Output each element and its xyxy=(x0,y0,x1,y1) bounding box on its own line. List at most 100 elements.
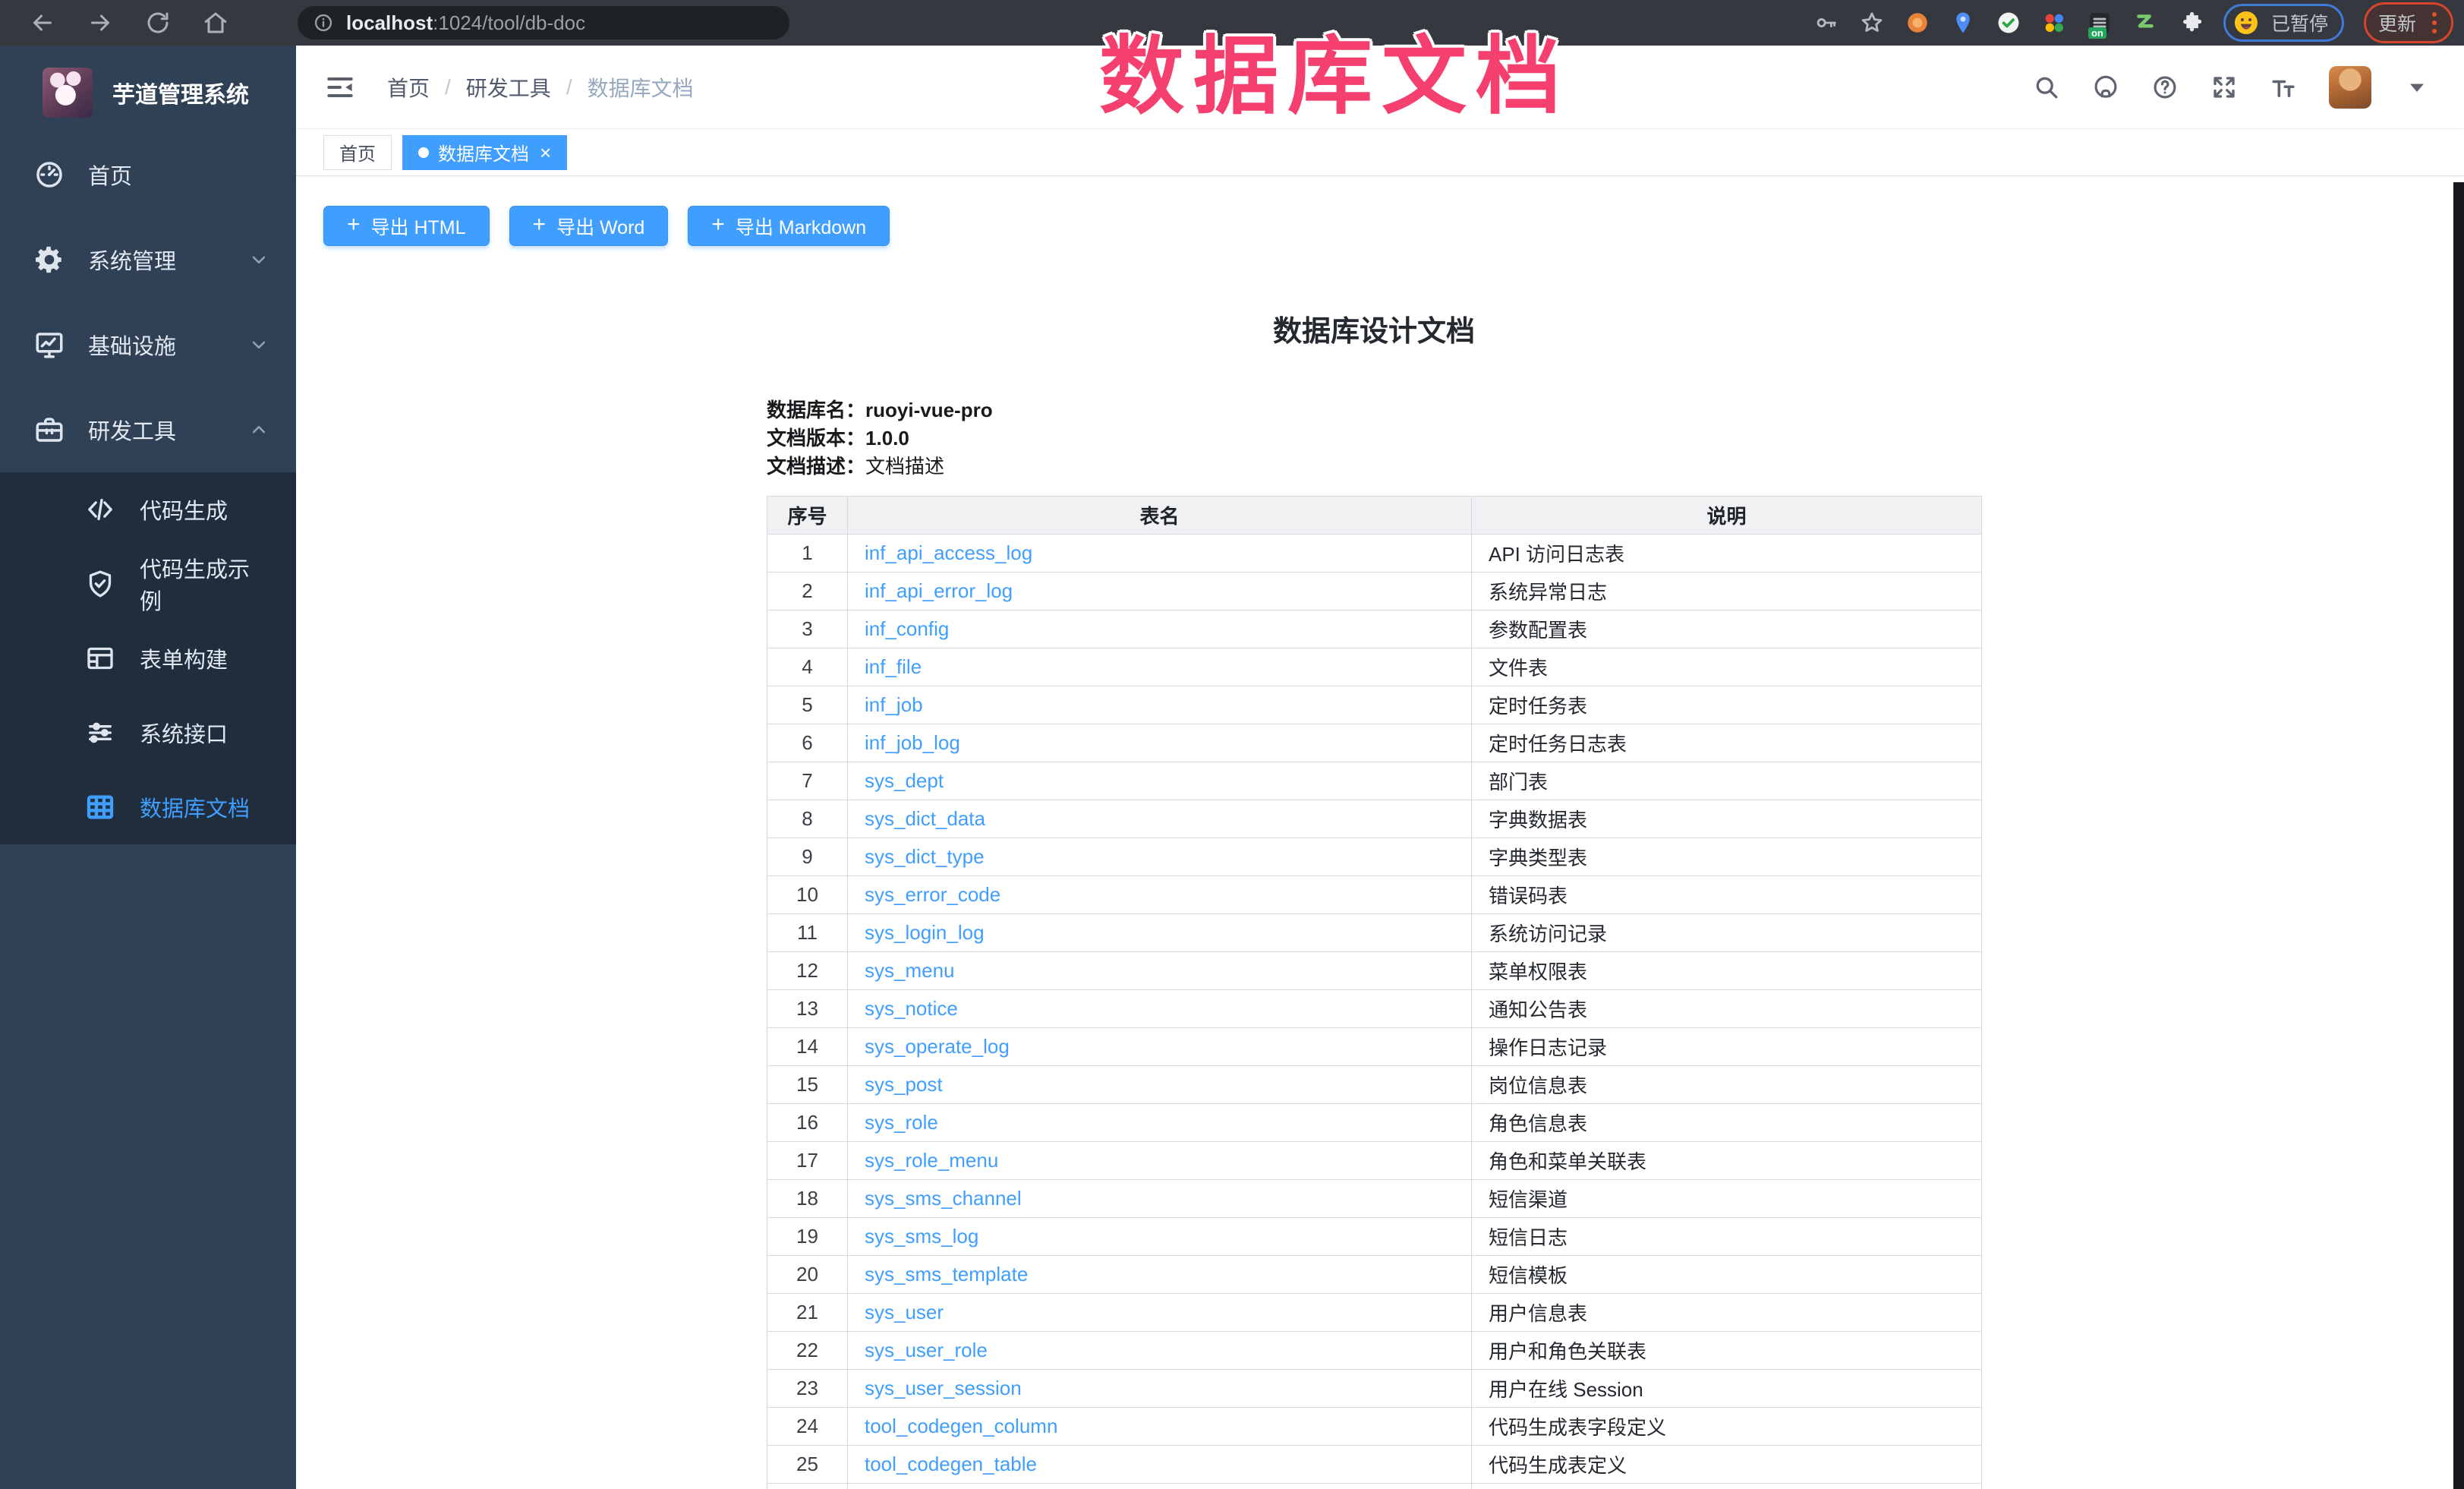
table-name-link[interactable]: sys_user xyxy=(865,1301,944,1323)
emoji-face-icon xyxy=(2232,8,2261,37)
breadcrumb-item[interactable]: 研发工具 xyxy=(466,72,551,103)
table-desc-cell: 字典类型表 xyxy=(1472,838,1982,876)
table-name-link[interactable]: sys_sms_template xyxy=(865,1263,1028,1286)
row-index: 21 xyxy=(767,1294,848,1332)
table-name-cell: inf_config xyxy=(848,610,1472,648)
app-logo-row[interactable]: 芋道管理系统 xyxy=(0,56,296,129)
dots-vertical-icon[interactable] xyxy=(2430,10,2439,36)
sidebar-item-system-mgmt[interactable]: 系统管理 xyxy=(0,217,296,302)
extension-grid-icon[interactable] xyxy=(2041,10,2067,36)
table-name-link[interactable]: inf_api_access_log xyxy=(865,541,1032,564)
extension-orange-icon[interactable] xyxy=(1905,10,1930,36)
table-name-cell: sys_role xyxy=(848,1104,1472,1142)
table-name-link[interactable]: sys_sms_channel xyxy=(865,1187,1022,1210)
table-name-link[interactable]: inf_config xyxy=(865,617,949,640)
sidebar-subitem-db-doc[interactable]: 数据库文档 xyxy=(0,770,296,844)
table-row: 21sys_user用户信息表 xyxy=(767,1294,1982,1332)
sidebar-subitem-codegen-demo[interactable]: 代码生成示例 xyxy=(0,547,296,621)
tag-item[interactable]: 首页 xyxy=(323,135,392,170)
breadcrumb-item[interactable]: 首页 xyxy=(387,72,430,103)
table-name-link[interactable]: inf_job xyxy=(865,693,923,716)
table-name-link[interactable]: sys_dept xyxy=(865,769,944,792)
monitor-icon xyxy=(33,329,65,361)
table-name-link[interactable]: sys_dict_data xyxy=(865,807,985,830)
sidebar-item-infrastructure[interactable]: 基础设施 xyxy=(0,302,296,387)
table-desc-cell: 字典类型表 xyxy=(1472,1484,1982,1489)
sidebar-item-home[interactable]: 首页 xyxy=(0,132,296,217)
active-dot-icon xyxy=(418,147,429,158)
reload-icon[interactable] xyxy=(144,9,172,36)
tag-active[interactable]: 数据库文档× xyxy=(402,135,567,170)
table-name-link[interactable]: tool_codegen_table xyxy=(865,1453,1037,1475)
table-name-link[interactable]: sys_notice xyxy=(865,997,958,1020)
sidebar-item-dev-tools[interactable]: 研发工具 xyxy=(0,387,296,472)
table-row: 16sys_role角色信息表 xyxy=(767,1104,1982,1142)
key-icon[interactable] xyxy=(1813,10,1839,36)
table-name-link[interactable]: sys_role_menu xyxy=(865,1149,998,1172)
table-name-link[interactable]: sys_operate_log xyxy=(865,1035,1010,1058)
sidebar-subitem-label: 代码生成示例 xyxy=(140,552,270,616)
sidebar-item-label: 首页 xyxy=(88,159,132,191)
export-word-button[interactable]: +导出 Word xyxy=(509,206,669,246)
search-icon[interactable] xyxy=(2033,74,2060,101)
sidebar-subitem-codegen[interactable]: 代码生成 xyxy=(0,472,296,547)
plus-icon: + xyxy=(711,213,725,236)
table-name-cell: sys_operate_log xyxy=(848,1028,1472,1066)
info-icon[interactable] xyxy=(313,12,334,33)
table-row: 4inf_file文件表 xyxy=(767,648,1982,686)
dashboard-icon xyxy=(33,159,65,191)
chrome-update-button[interactable]: 更新 xyxy=(2364,2,2453,43)
table-name-link[interactable]: inf_file xyxy=(865,655,922,678)
row-index: 22 xyxy=(767,1332,848,1370)
table-name-link[interactable]: tool_codegen_column xyxy=(865,1415,1057,1437)
sidebar-subitem-form-builder[interactable]: 表单构建 xyxy=(0,621,296,696)
breadcrumb: 首页/研发工具/数据库文档 xyxy=(387,72,694,103)
extension-pin-icon[interactable] xyxy=(1950,10,1976,36)
extension-check-icon[interactable] xyxy=(1996,10,2021,36)
close-icon[interactable]: × xyxy=(540,143,551,162)
collapse-sidebar-icon[interactable] xyxy=(323,71,357,104)
profile-paused-badge[interactable]: 已暂停 xyxy=(2223,4,2344,42)
user-avatar[interactable] xyxy=(2329,66,2371,109)
table-name-link[interactable]: sys_dict_type xyxy=(865,845,985,868)
github-icon[interactable] xyxy=(2092,74,2119,101)
table-name-link[interactable]: sys_login_log xyxy=(865,921,985,944)
row-index: 24 xyxy=(767,1408,848,1446)
gear-icon xyxy=(33,244,65,276)
forward-icon[interactable] xyxy=(87,9,114,36)
extension-stack-icon[interactable]: on xyxy=(2087,10,2113,36)
extension-leaf-icon[interactable] xyxy=(2132,10,2158,36)
table-name-link[interactable]: sys_post xyxy=(865,1073,943,1096)
table-name-link[interactable]: sys_error_code xyxy=(865,883,1000,906)
form-icon xyxy=(85,643,115,674)
row-index: 17 xyxy=(767,1142,848,1180)
table-name-link[interactable]: inf_job_log xyxy=(865,731,960,754)
table-name-link[interactable]: sys_sms_log xyxy=(865,1225,978,1248)
table-name-cell: sys_sms_channel xyxy=(848,1180,1472,1218)
button-label: 导出 HTML xyxy=(371,213,466,240)
table-name-link[interactable]: sys_user_role xyxy=(865,1339,988,1361)
export-markdown-button[interactable]: + 导出 Markdown xyxy=(688,206,890,246)
table-name-cell: inf_job xyxy=(848,686,1472,724)
url-text: localhost:1024/tool/db-doc xyxy=(346,11,585,35)
table-name-link[interactable]: sys_role xyxy=(865,1111,938,1134)
caret-down-icon[interactable] xyxy=(2403,74,2431,101)
table-name-link[interactable]: sys_menu xyxy=(865,959,955,982)
url-bar[interactable]: localhost:1024/tool/db-doc xyxy=(298,6,789,39)
bookmark-star-icon[interactable] xyxy=(1859,10,1885,36)
font-size-icon[interactable] xyxy=(2270,74,2297,101)
back-icon[interactable] xyxy=(29,9,56,36)
fullscreen-icon[interactable] xyxy=(2210,74,2238,101)
button-label: 导出 Markdown xyxy=(736,213,866,240)
page-scrollbar[interactable] xyxy=(2453,182,2464,1489)
table-desc-cell: 用户和角色关联表 xyxy=(1472,1332,1982,1370)
table-name-link[interactable]: sys_user_session xyxy=(865,1377,1022,1399)
table-row: 18sys_sms_channel短信渠道 xyxy=(767,1180,1982,1218)
sidebar-subitem-system-api[interactable]: 系统接口 xyxy=(0,696,296,770)
help-icon[interactable] xyxy=(2151,74,2179,101)
row-index: 10 xyxy=(767,876,848,914)
export-html-button[interactable]: +导出 HTML xyxy=(323,206,490,246)
home-icon[interactable] xyxy=(202,9,229,36)
table-name-link[interactable]: inf_api_error_log xyxy=(865,579,1013,602)
extension-puzzle-icon[interactable] xyxy=(2178,10,2204,36)
